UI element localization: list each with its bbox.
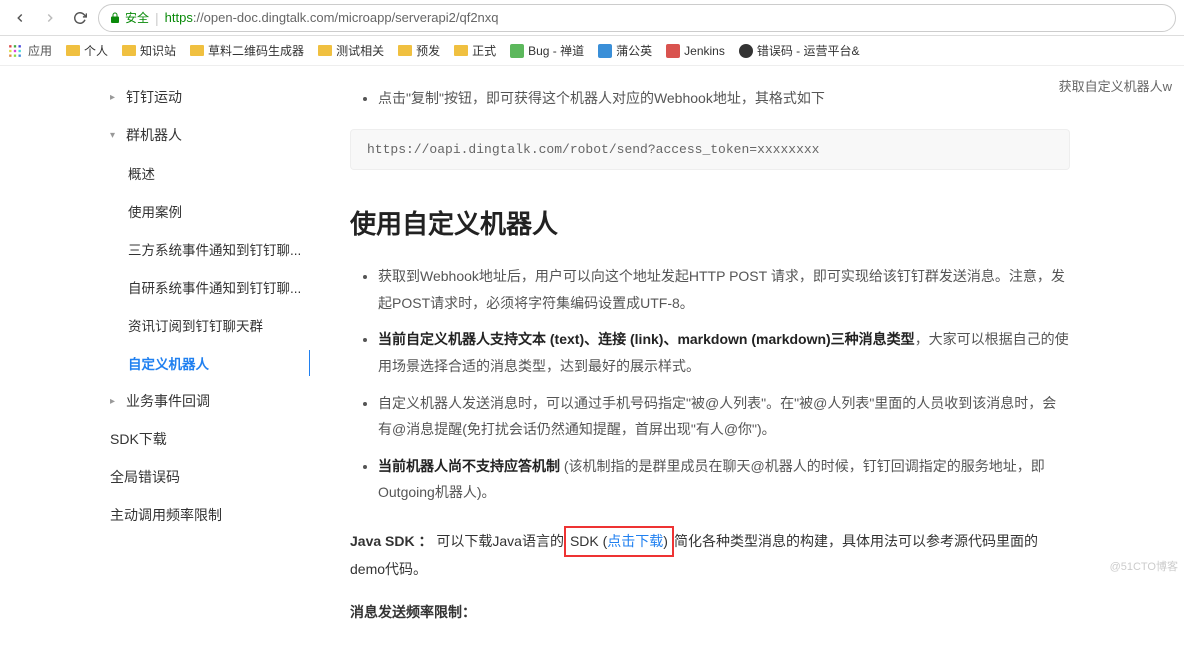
bookmark-item[interactable]: Jenkins xyxy=(666,44,725,58)
bookmarks-bar: 应用 个人知识站草料二维码生成器测试相关预发正式 Bug - 禅道蒲公英 Jenki… xyxy=(0,36,1184,66)
sidebar-item-label: 自定义机器人 xyxy=(128,353,209,373)
bullet-1: 获取到Webhook地址后，用户可以向这个地址发起HTTP POST 请求，即可… xyxy=(378,263,1070,316)
sidebar-item[interactable]: 全局错误码 xyxy=(110,458,310,496)
sidebar-item-label: 自研系统事件通知到钉钉聊... xyxy=(128,277,301,297)
sidebar: ▸ 钉钉运动 ▾ 群机器人概述使用案例三方系统事件通知到钉钉聊... 自研系统事件通知到… xyxy=(0,66,310,662)
forward-button[interactable] xyxy=(38,6,62,30)
bookmark-item[interactable]: Bug - 禅道 xyxy=(510,42,584,59)
sidebar-item-label: 资讯订阅到钉钉聊天群 xyxy=(128,315,263,335)
folder-icon xyxy=(122,45,136,56)
right-header-text: 获取自定义机器人w xyxy=(1059,76,1172,95)
sdk-download-box: SDK (点击下载) xyxy=(564,526,674,557)
bookmark-item[interactable]: 预发 xyxy=(398,42,440,59)
intro-bullet: 点击"复制"按钮，即可获得这个机器人对应的Webhook地址，其格式如下 xyxy=(378,86,1070,111)
sidebar-item-label: 主动调用频率限制 xyxy=(110,505,222,525)
folder-icon xyxy=(318,45,332,56)
apps-icon xyxy=(8,44,22,58)
folder-icon xyxy=(454,45,468,56)
secure-label: 安全 xyxy=(125,9,149,26)
sidebar-item[interactable]: 概述 xyxy=(128,154,310,192)
bookmark-item[interactable]: 错误码 - 运营平台& xyxy=(739,42,860,59)
section-heading: 使用自定义机器人 xyxy=(350,204,1070,241)
sidebar-item[interactable]: SDK下载 xyxy=(110,420,310,458)
reload-button[interactable] xyxy=(68,6,92,30)
sidebar-item[interactable]: 自定义机器人 xyxy=(128,344,310,382)
sidebar-item-label: 使用案例 xyxy=(128,201,182,221)
folder-icon xyxy=(66,45,80,56)
sidebar-item[interactable]: 资讯订阅到钉钉聊天群 xyxy=(128,306,310,344)
sidebar-item-label: 三方系统事件通知到钉钉聊... xyxy=(128,239,301,259)
content: 点击"复制"按钮，即可获得这个机器人对应的Webhook地址，其格式如下 htt… xyxy=(310,66,1160,662)
secure-badge: 安全 xyxy=(109,9,149,26)
bookmark-item[interactable]: 个人 xyxy=(66,42,108,59)
caret-icon: ▾ xyxy=(110,130,122,141)
folder-icon xyxy=(398,45,412,56)
sidebar-item-label: SDK下载 xyxy=(110,429,167,449)
sidebar-item-label: 概述 xyxy=(128,163,155,183)
bullet-4: 当前机器人尚不支持应答机制 (该机制指的是群里成员在聊天@机器人的时候，钉钉回调… xyxy=(378,453,1070,506)
address-bar[interactable]: 安全 | https://open-doc.dingtalk.com/micro… xyxy=(98,4,1176,32)
sidebar-item-label: 钉钉运动 xyxy=(126,87,182,107)
code-block: https://oapi.dingtalk.com/robot/send?acc… xyxy=(350,129,1070,170)
folder-icon xyxy=(190,45,204,56)
back-button[interactable] xyxy=(8,6,32,30)
bookmark-item[interactable]: 蒲公英 xyxy=(598,42,652,59)
watermark: @51CTO博客 xyxy=(1110,558,1178,574)
caret-icon: ▸ xyxy=(110,92,122,103)
site-icon xyxy=(666,44,680,58)
sidebar-item-label: 全局错误码 xyxy=(110,467,180,487)
sdk-download-link[interactable]: 点击下载 xyxy=(607,533,663,549)
lock-icon xyxy=(109,12,121,24)
sidebar-item-label: 群机器人 xyxy=(126,125,182,145)
sidebar-item[interactable]: ▸ 业务事件回调 xyxy=(110,382,310,420)
browser-nav-bar: 安全 | https://open-doc.dingtalk.com/micro… xyxy=(0,0,1184,36)
site-icon xyxy=(510,44,524,58)
bookmark-item[interactable]: 草料二维码生成器 xyxy=(190,42,304,59)
url-text: https://open-doc.dingtalk.com/microapp/s… xyxy=(165,10,499,25)
sidebar-item[interactable]: ▸ 钉钉运动 xyxy=(110,78,310,116)
sdk-line: Java SDK ： 可以下载Java语言的SDK (点击下载) 简化各种类型消… xyxy=(350,526,1070,582)
sidebar-item[interactable]: ▾ 群机器人 xyxy=(110,116,310,154)
sidebar-item[interactable]: 使用案例 xyxy=(128,192,310,230)
site-icon xyxy=(739,44,753,58)
sidebar-item-label: 业务事件回调 xyxy=(126,391,210,411)
bullet-2: 当前自定义机器人支持文本 (text)、连接 (link)、markdown (… xyxy=(378,326,1070,379)
rate-limit-heading: 消息发送频率限制： xyxy=(350,602,1070,622)
site-icon xyxy=(598,44,612,58)
apps-button[interactable]: 应用 xyxy=(8,42,52,59)
caret-icon: ▸ xyxy=(110,396,122,407)
bookmark-item[interactable]: 测试相关 xyxy=(318,42,384,59)
bullet-3: 自定义机器人发送消息时，可以通过手机号码指定"被@人列表"。在"被@人列表"里面… xyxy=(378,390,1070,443)
bookmark-item[interactable]: 正式 xyxy=(454,42,496,59)
sidebar-item[interactable]: 三方系统事件通知到钉钉聊... xyxy=(128,230,310,268)
sidebar-item[interactable]: 自研系统事件通知到钉钉聊... xyxy=(128,268,310,306)
page: ▸ 钉钉运动 ▾ 群机器人概述使用案例三方系统事件通知到钉钉聊... 自研系统事件通知到… xyxy=(0,66,1184,662)
bookmark-item[interactable]: 知识站 xyxy=(122,42,176,59)
sidebar-item[interactable]: 主动调用频率限制 xyxy=(110,496,310,534)
